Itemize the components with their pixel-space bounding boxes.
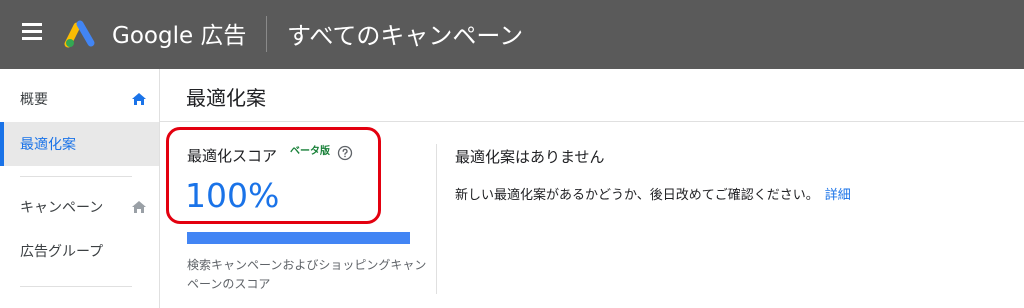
details-link[interactable]: 詳細 <box>825 188 851 203</box>
page-title: すべてのキャンペーン <box>287 22 524 50</box>
title-divider <box>160 121 1024 122</box>
sidebar-item-ad-groups[interactable]: 広告グループ <box>0 229 159 273</box>
header-divider <box>266 16 267 52</box>
score-progress-fill <box>187 232 410 244</box>
top-app-bar: Google 広告 すべてのキャンペーン <box>0 0 1024 69</box>
column-divider <box>436 144 437 294</box>
no-recommendations-message: 新しい最適化案があるかどうか、後日改めてご確認ください。 詳細 <box>455 184 851 203</box>
sidebar-item-label: 最適化案 <box>20 137 76 153</box>
sidebar-item-label: 広告グループ <box>20 244 104 260</box>
menu-icon[interactable] <box>22 23 44 45</box>
highlight-annotation <box>166 127 381 224</box>
score-progress-bar <box>187 232 410 244</box>
sidebar: 概要 最適化案 キャンペーン 広告グループ <box>0 69 160 308</box>
sidebar-item-label: キャンペーン <box>20 200 104 216</box>
brand-name: Google 広告 <box>112 23 247 49</box>
sidebar-divider <box>20 176 132 177</box>
no-recommendations-title: 最適化案はありません <box>455 148 605 166</box>
no-recommendations-text: 新しい最適化案があるかどうか、後日改めてご確認ください。 <box>455 188 819 203</box>
sidebar-divider <box>20 286 132 287</box>
section-title: 最適化案 <box>186 86 266 110</box>
sidebar-item-recommendations[interactable]: 最適化案 <box>0 122 159 166</box>
google-ads-logo[interactable] <box>64 18 96 50</box>
sidebar-item-overview[interactable]: 概要 <box>0 77 159 121</box>
sidebar-item-label: 概要 <box>20 92 48 108</box>
score-description: 検索キャンペーンおよびショッピングキャンペーンのスコア <box>187 258 427 291</box>
home-icon <box>132 93 146 105</box>
sidebar-item-campaigns[interactable]: キャンペーン <box>0 185 159 229</box>
home-icon <box>132 201 146 213</box>
